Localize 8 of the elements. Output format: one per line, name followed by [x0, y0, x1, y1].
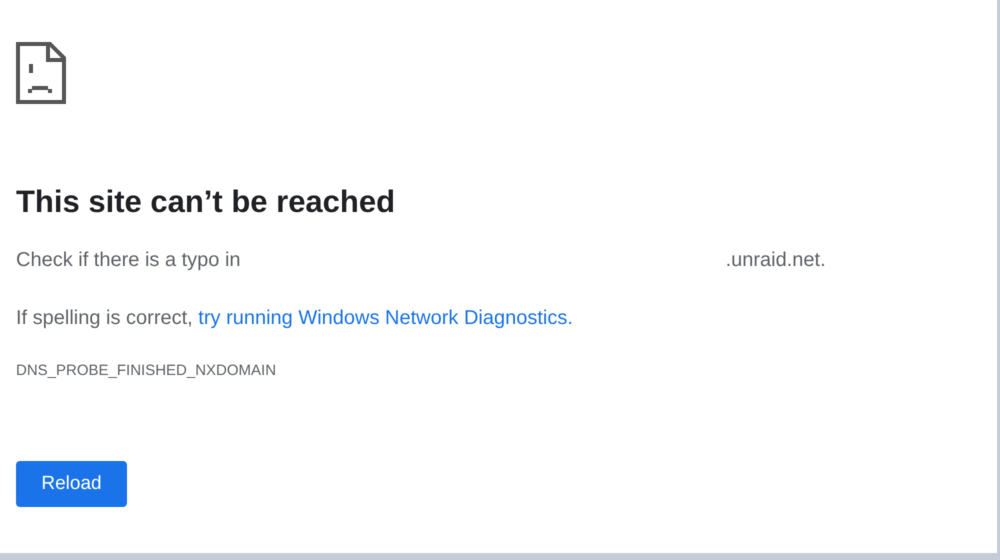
suggestion-text: If spelling is correct, try running Windows Network Diagnostics. [16, 306, 574, 331]
diagnostics-link[interactable]: try running Windows Network Diagnostics. [198, 307, 573, 329]
typo-hint-text: Check if there is a typo in [16, 248, 241, 273]
error-heading: This site can’t be reached [16, 183, 396, 221]
reload-button[interactable]: Reload [16, 461, 127, 507]
sad-page-icon [16, 42, 66, 104]
domain-text: .unraid.net. [726, 248, 826, 273]
error-code: DNS_PROBE_FINISHED_NXDOMAIN [16, 362, 278, 379]
